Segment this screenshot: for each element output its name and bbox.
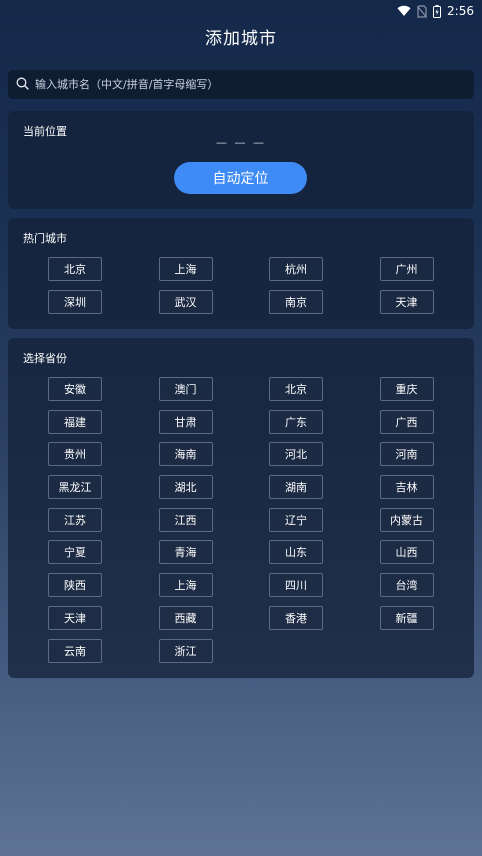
provinces-card: 选择省份 安徽 澳门 北京 重庆福建 甘肃 广东 广西贵州 海南 河北 河南黑龙江 湖北 湖南 吉林江苏… [8, 338, 474, 678]
province-button[interactable]: 香港 [269, 605, 323, 630]
province-button[interactable]: 内蒙古 [379, 507, 434, 532]
province-button[interactable]: 江西 [158, 507, 213, 532]
province-button[interactable]: 天津 [48, 605, 102, 630]
province-button[interactable]: 陕西 [48, 573, 102, 598]
province-button[interactable]: 西藏 [158, 605, 213, 630]
province-button[interactable]: 湖南 [269, 475, 323, 500]
province-button[interactable]: 江苏 [48, 507, 102, 532]
province-button[interactable]: 台湾 [379, 573, 434, 598]
status-bar: 2:56 [0, 0, 482, 22]
hot-cities-grid: 北京 上海 杭州 广州深圳 武汉 南京 天津 [48, 257, 434, 314]
provinces-grid: 安徽 澳门 北京 重庆福建 甘肃 广东 广西贵州 海南 河北 河南黑龙江 湖北 湖南 吉林江苏 江西 辽宁 内… [48, 377, 434, 663]
province-button[interactable]: 辽宁 [269, 507, 323, 532]
hot-city-button[interactable]: 杭州 [269, 257, 323, 281]
no-sim-icon [417, 4, 428, 18]
wifi-icon [397, 5, 411, 17]
province-button[interactable]: 云南 [48, 638, 102, 663]
current-location-value: — — — [216, 136, 266, 149]
province-button[interactable]: 甘肃 [158, 409, 213, 434]
province-button[interactable]: 青海 [158, 540, 213, 565]
search-icon [16, 75, 29, 94]
hot-cities-card: 热门城市 北京 上海 杭州 广州深圳 武汉 南京 天津 [8, 218, 474, 329]
province-button[interactable]: 福建 [48, 409, 102, 434]
province-button[interactable]: 广西 [379, 409, 434, 434]
province-button[interactable]: 湖北 [158, 475, 213, 500]
hot-city-button[interactable]: 深圳 [48, 289, 102, 314]
hot-city-button[interactable]: 北京 [48, 257, 102, 281]
province-button[interactable]: 新疆 [379, 605, 434, 630]
provinces-title: 选择省份 [23, 352, 67, 365]
status-time: 2:56 [447, 4, 474, 18]
hot-city-button[interactable]: 武汉 [158, 289, 213, 314]
auto-locate-button[interactable]: 自动定位 [174, 162, 307, 194]
province-button[interactable]: 黑龙江 [48, 475, 102, 500]
hot-city-button[interactable]: 上海 [158, 257, 213, 281]
province-button[interactable]: 贵州 [48, 442, 102, 467]
province-button[interactable]: 浙江 [158, 638, 213, 663]
province-button[interactable]: 安徽 [48, 377, 102, 401]
hot-city-button[interactable]: 南京 [269, 289, 323, 314]
province-button[interactable]: 海南 [158, 442, 213, 467]
province-button[interactable]: 重庆 [379, 377, 434, 401]
province-button[interactable]: 宁夏 [48, 540, 102, 565]
current-location-card: 当前位置 — — — 自动定位 [8, 111, 474, 209]
hot-city-button[interactable]: 天津 [379, 289, 434, 314]
province-button[interactable]: 北京 [269, 377, 323, 401]
province-button[interactable]: 山东 [269, 540, 323, 565]
battery-icon [433, 4, 442, 18]
search-bar[interactable] [8, 70, 474, 99]
province-button[interactable]: 吉林 [379, 475, 434, 500]
province-button[interactable]: 澳门 [158, 377, 213, 401]
province-button[interactable]: 上海 [158, 573, 213, 598]
province-button[interactable]: 山西 [379, 540, 434, 565]
province-button[interactable]: 广东 [269, 409, 323, 434]
page-title: 添加城市 [205, 29, 277, 49]
search-input[interactable] [35, 78, 474, 91]
hot-cities-title: 热门城市 [23, 232, 67, 245]
province-button[interactable]: 四川 [269, 573, 323, 598]
hot-city-button[interactable]: 广州 [379, 257, 434, 281]
province-button[interactable]: 河北 [269, 442, 323, 467]
province-button[interactable]: 河南 [379, 442, 434, 467]
